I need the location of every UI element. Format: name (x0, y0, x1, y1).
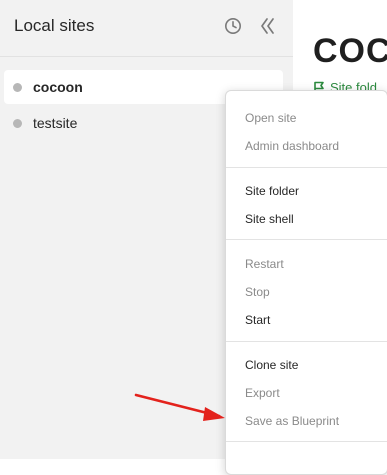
menu-item-export[interactable]: Export (245, 386, 280, 400)
sidebar-title: Local sites (14, 16, 95, 35)
menu-item-admin-dashboard[interactable]: Admin dashboard (245, 139, 339, 153)
site-status-dot (13, 119, 22, 128)
site-context-menu: Open site Admin dashboard Site folder Si… (225, 90, 387, 475)
page-title: COCO (313, 32, 387, 70)
menu-item-stop[interactable]: Stop (245, 285, 270, 299)
menu-item-clone-site[interactable]: Clone site (245, 358, 298, 372)
menu-item-site-shell[interactable]: Site shell (245, 212, 294, 226)
menu-item-restart[interactable]: Restart (245, 257, 284, 271)
menu-separator (226, 341, 387, 342)
collapse-sidebar-icon[interactable] (259, 16, 275, 36)
menu-separator (226, 239, 387, 240)
site-status-dot (13, 83, 22, 92)
site-item-label: testsite (33, 115, 78, 131)
sidebar-header: Local sites (0, 0, 293, 57)
menu-item-start[interactable]: Start (245, 313, 270, 327)
annotation-arrow-icon (134, 393, 225, 421)
history-icon[interactable] (224, 17, 242, 35)
menu-item-site-folder[interactable]: Site folder (245, 184, 299, 198)
menu-separator (226, 167, 387, 168)
menu-item-save-as-blueprint[interactable]: Save as Blueprint (245, 414, 339, 428)
menu-separator (226, 441, 387, 442)
site-item-label: cocoon (33, 79, 83, 95)
menu-item-open-site[interactable]: Open site (245, 111, 296, 125)
